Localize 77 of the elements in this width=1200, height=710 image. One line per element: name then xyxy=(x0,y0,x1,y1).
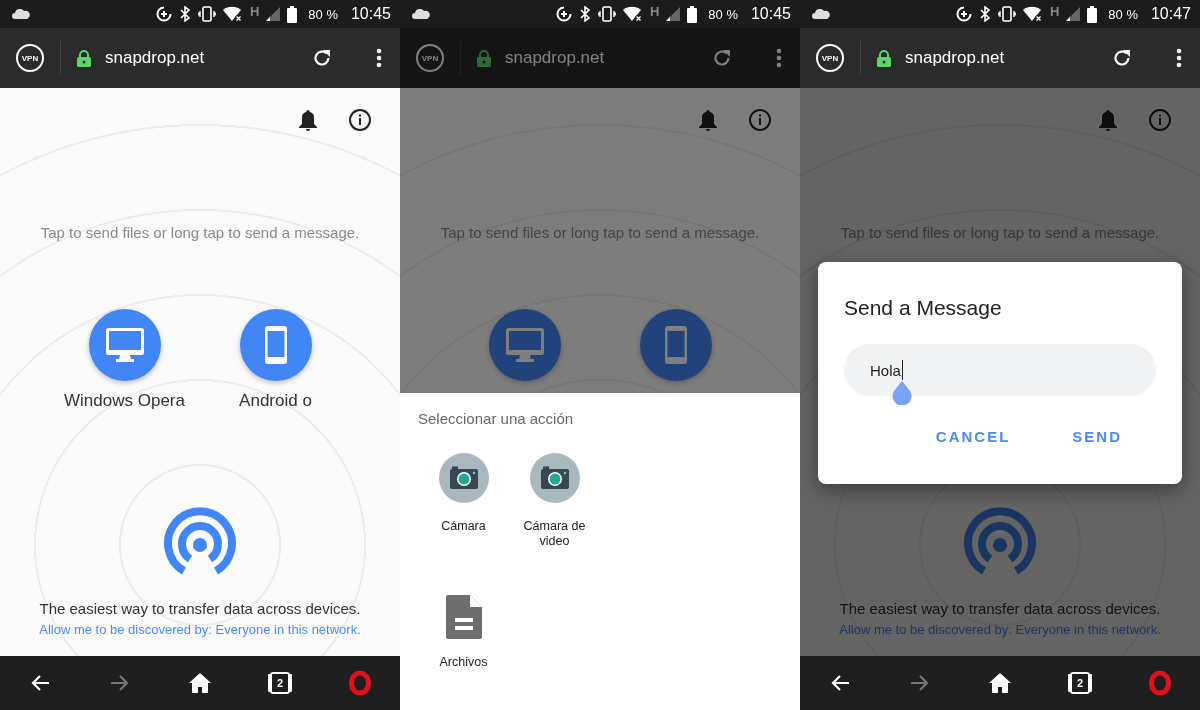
home-icon[interactable] xyxy=(189,673,211,693)
battery-percentage: 80 % xyxy=(308,6,338,22)
reload-icon[interactable] xyxy=(312,48,332,68)
clock-time: 10:45 xyxy=(350,5,391,23)
battery-icon xyxy=(287,5,298,23)
instruction-text: Tap to send files or long tap to send a message. xyxy=(440,224,760,242)
text-cursor-handle-icon[interactable] xyxy=(891,381,913,405)
url-text[interactable]: snapdrop.net xyxy=(105,48,205,68)
camera-icon xyxy=(529,453,580,503)
network-type-label: H xyxy=(249,3,260,19)
signal-icon xyxy=(666,7,681,21)
url-text[interactable]: snapdrop.net xyxy=(505,48,605,68)
back-arrow-icon[interactable] xyxy=(830,674,850,692)
sheet-title: Seleccionar una acción xyxy=(418,410,575,427)
reload-icon[interactable] xyxy=(1112,48,1132,68)
battery-icon xyxy=(687,5,698,23)
more-options-icon[interactable] xyxy=(376,48,382,68)
tagline-text: The easiest way to transfer data across devices. xyxy=(39,600,361,617)
notification-bell-icon[interactable] xyxy=(298,109,318,131)
bluetooth-icon xyxy=(978,6,991,22)
cloud-icon xyxy=(812,9,830,19)
device-avatar[interactable] xyxy=(488,309,561,381)
vibrate-icon xyxy=(197,6,216,22)
smartphone-icon xyxy=(264,326,287,364)
data-saver-icon xyxy=(955,6,972,22)
network-type-label: H xyxy=(649,3,660,19)
info-icon[interactable] xyxy=(348,108,372,132)
network-type-label: H xyxy=(1049,3,1060,19)
wifi-off-icon xyxy=(1022,6,1043,22)
message-input-field[interactable]: Hola xyxy=(844,344,1156,396)
monitor-icon xyxy=(105,328,144,362)
back-arrow-icon[interactable] xyxy=(30,674,50,692)
vpn-button[interactable]: VPN xyxy=(816,44,844,72)
device-avatar[interactable] xyxy=(239,309,312,381)
device-name: Windows Opera xyxy=(64,391,185,411)
lock-icon xyxy=(477,49,491,67)
camera-icon xyxy=(438,453,489,503)
opera-logo-icon[interactable] xyxy=(1149,671,1171,695)
action-option[interactable]: Cámara de video xyxy=(509,453,600,589)
device-avatar[interactable] xyxy=(88,309,161,381)
signal-icon xyxy=(1066,7,1081,21)
battery-icon xyxy=(1087,5,1098,23)
vibrate-icon xyxy=(597,6,616,22)
battery-percentage: 80 % xyxy=(1108,6,1138,22)
dialog-title: Send a Message xyxy=(844,296,1003,320)
tabs-counter-button[interactable]: 2 xyxy=(1070,672,1090,694)
device-avatar[interactable] xyxy=(639,309,712,381)
battery-percentage: 80 % xyxy=(708,6,738,22)
wifi-off-icon xyxy=(222,6,243,22)
device-name: Android o xyxy=(239,391,312,411)
opera-logo-icon[interactable] xyxy=(349,671,371,695)
url-text[interactable]: snapdrop.net xyxy=(905,48,1005,68)
bluetooth-icon xyxy=(578,6,591,22)
action-option[interactable]: Archivos xyxy=(418,589,509,710)
lock-icon xyxy=(877,49,891,67)
smartphone-icon xyxy=(664,326,687,364)
data-saver-icon xyxy=(555,6,572,22)
tabs-counter-button[interactable]: 2 xyxy=(270,672,290,694)
document-icon xyxy=(445,595,482,639)
vpn-button[interactable]: VPN xyxy=(16,44,44,72)
action-option[interactable]: Cámara xyxy=(418,453,509,589)
signal-icon xyxy=(266,7,281,21)
vibrate-icon xyxy=(997,6,1016,22)
clock-time: 10:47 xyxy=(1150,5,1191,23)
monitor-icon xyxy=(505,328,544,362)
cloud-icon xyxy=(412,9,430,19)
clock-time: 10:45 xyxy=(750,5,791,23)
instruction-text: Tap to send files or long tap to send a message. xyxy=(40,224,360,242)
data-saver-icon xyxy=(155,6,172,22)
more-options-icon[interactable] xyxy=(1176,48,1182,68)
bluetooth-icon xyxy=(178,6,191,22)
wifi-off-icon xyxy=(622,6,643,22)
vpn-button[interactable]: VPN xyxy=(416,44,444,72)
lock-icon xyxy=(77,49,91,67)
cloud-icon xyxy=(12,9,30,19)
tagline-text: The easiest way to transfer data across devices. xyxy=(839,600,1161,617)
home-icon[interactable] xyxy=(989,673,1011,693)
